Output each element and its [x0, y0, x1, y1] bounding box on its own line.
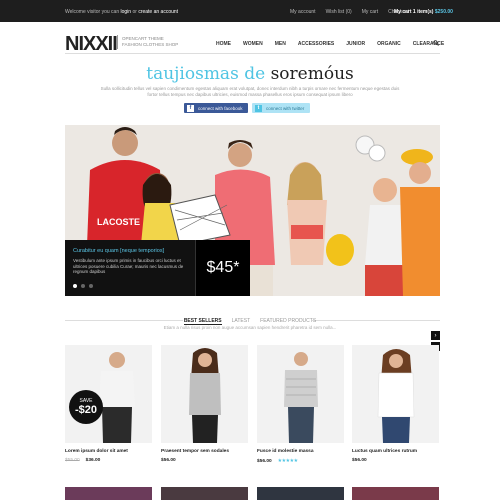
product-image[interactable]: SAVE -$20 — [65, 345, 152, 443]
product-prices: $56.00 ★★★★★ — [257, 458, 344, 464]
create-account-link[interactable]: create an account — [138, 9, 178, 15]
product-prices: $56.00 — [161, 458, 248, 463]
cart-amount: $250.00 — [434, 9, 453, 15]
welcome-text: Welcome visitor you can — [65, 9, 120, 15]
slider-dot-2[interactable] — [81, 284, 85, 288]
product-shirt — [189, 373, 221, 415]
product-tabs: BEST SELLERS LATEST FEATURED PRODUCTS — [0, 318, 500, 325]
twitter-button-label: connect with twitter — [266, 105, 305, 111]
slider-caption: Curabitur eu quam [neque temporios] Vest… — [65, 240, 195, 296]
product-pants — [102, 407, 132, 443]
my-account-link[interactable]: My account — [290, 9, 316, 15]
product-prices: $55.00 $36.00 — [65, 458, 152, 463]
cart-summary[interactable]: My cart 1 item(s) $250.00 — [394, 9, 453, 15]
product-card[interactable]: SAVE -$20 Lorem ipsum dolor sit amet $55… — [65, 345, 152, 463]
sale-badge: SAVE -$20 — [69, 390, 103, 424]
search-icon[interactable] — [433, 40, 439, 46]
product-image[interactable] — [257, 345, 344, 443]
product-name[interactable]: Lorem ipsum dolor sit amet — [65, 449, 152, 454]
nav-organic[interactable]: ORGANIC — [377, 41, 401, 47]
nav-accessories[interactable]: ACCESSORIES — [298, 41, 334, 47]
slider-caption-title[interactable]: Curabitur eu quam [neque temporios] — [73, 248, 164, 254]
welcome-or: or — [132, 9, 137, 15]
tab-latest[interactable]: LATEST — [232, 318, 251, 325]
intro-title: taujiosmas de soremóus — [0, 64, 500, 84]
slider-price: $45* — [195, 240, 250, 296]
chevron-right-icon: › — [434, 332, 437, 339]
product-pants — [192, 415, 218, 443]
nav-men[interactable]: MEN — [275, 41, 286, 47]
intro-title-part-1: taujiosmas de — [146, 64, 266, 84]
product-price: $36.00 — [85, 458, 101, 463]
hero-slider[interactable]: LACOSTE Curabitur eu quam [neque tempori… — [65, 125, 440, 296]
product-pants — [288, 407, 314, 443]
product-name[interactable]: Luctus quam ultrices rutrum — [352, 449, 439, 454]
product-shirt — [377, 372, 415, 418]
connect-twitter-button[interactable]: t connect with twitter — [252, 103, 310, 113]
my-cart-link[interactable]: My cart — [362, 9, 378, 15]
tagline: OPENCART THEME FASHION CLOTHES SHOP — [122, 36, 178, 48]
bottom-thumbnail-1[interactable] — [65, 487, 152, 500]
product-price: $56.00 — [161, 458, 176, 463]
top-bar: Welcome visitor you can login or create … — [0, 0, 500, 22]
header-divider — [65, 53, 440, 54]
connect-facebook-button[interactable]: f connect with facebook — [184, 103, 248, 113]
tab-featured-products[interactable]: FEATURED PRODUCTS — [260, 318, 316, 325]
product-name[interactable]: Praesent tempor sem sodales — [161, 449, 248, 454]
facebook-button-label: connect with facebook — [198, 105, 243, 111]
product-name[interactable]: Fusce id molestie massa — [257, 449, 344, 454]
nav-women[interactable]: WOMEN — [243, 41, 263, 47]
product-rating: ★★★★★ — [277, 458, 298, 464]
slider-dot-3[interactable] — [89, 284, 93, 288]
product-pants — [382, 417, 410, 443]
cart-label: My cart — [394, 9, 412, 15]
product-card[interactable]: Fusce id molestie massa $56.00 ★★★★★ — [257, 345, 344, 464]
nav-home[interactable]: HOME — [216, 41, 231, 47]
main-nav: HOME WOMEN MEN ACCESSORIES JUNIOR ORGANI… — [216, 41, 444, 47]
product-price: $56.00 — [352, 458, 367, 463]
login-link[interactable]: login — [121, 9, 132, 15]
slider-caption-text: Vestibulum ante ipsum primis in faucibus… — [73, 258, 184, 274]
cart-items: 1 item(s) — [412, 9, 434, 15]
facebook-icon: f — [187, 104, 194, 112]
product-card[interactable]: Luctus quam ultrices rutrum $56.00 — [352, 345, 439, 463]
welcome-message: Welcome visitor you can login or create … — [65, 9, 178, 15]
product-image[interactable] — [161, 345, 248, 443]
tab-best-sellers[interactable]: BEST SELLERS — [183, 318, 222, 325]
product-prices: $56.00 — [352, 458, 439, 463]
wish-list-link[interactable]: Wish list (0) — [326, 9, 352, 15]
product-shirt — [284, 370, 318, 407]
product-shirt — [99, 371, 135, 407]
bottom-thumbnail-2[interactable] — [161, 487, 248, 500]
product-old-price: $55.00 — [65, 458, 80, 463]
nav-junior[interactable]: JUNIOR — [346, 41, 365, 47]
product-price: $56.00 — [257, 458, 272, 464]
logo-divider — [117, 35, 118, 49]
tagline-line-2: FASHION CLOTHES SHOP — [122, 42, 179, 47]
products-subtitle: Etiam a nulla risus proin non augue accu… — [163, 325, 337, 330]
slider-brand-mark: LACOSTE — [97, 217, 140, 227]
slider-dot-1[interactable] — [73, 284, 77, 288]
product-photo — [377, 349, 415, 443]
account-links: My account Wish list (0) My cart Checkou… — [290, 9, 409, 15]
slider-pagination — [73, 284, 93, 288]
product-photo — [189, 348, 221, 443]
product-photo — [284, 352, 318, 443]
twitter-icon: t — [255, 104, 262, 112]
product-image[interactable] — [352, 345, 439, 443]
nav-clearance[interactable]: CLEARANCE — [413, 41, 444, 47]
intro-title-part-2: soremóus — [270, 64, 354, 84]
carousel-next-button[interactable]: › — [431, 331, 440, 340]
intro-subtitle: Sulla sollicitudin tellus vel sapien con… — [100, 86, 400, 97]
product-card[interactable]: Praesent tempor sem sodales $56.00 — [161, 345, 248, 463]
bottom-thumbnail-4[interactable] — [352, 487, 439, 500]
sale-value: -$20 — [74, 404, 98, 416]
bottom-thumbnail-3[interactable] — [257, 487, 344, 500]
